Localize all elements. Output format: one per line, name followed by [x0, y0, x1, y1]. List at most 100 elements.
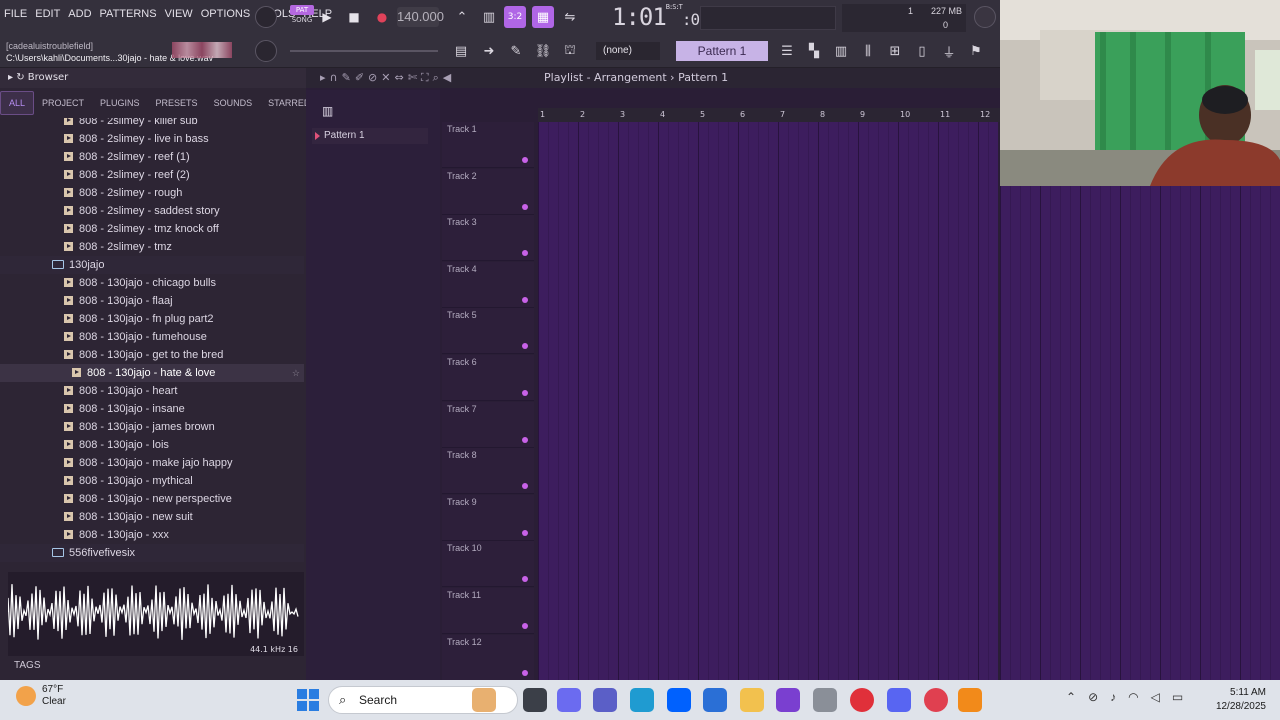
browser-file-item[interactable]: 808 - 130jajo - insane — [0, 400, 304, 418]
snap-selector[interactable]: (none) — [596, 42, 660, 60]
browser-file-item[interactable]: 808 - 130jajo - fumehouse — [0, 328, 304, 346]
delete-icon[interactable]: ⊘ — [368, 68, 377, 88]
track-header[interactable]: Track 10 — [442, 541, 534, 588]
plugin-database-button[interactable]: ⏚ — [938, 40, 960, 62]
select-icon[interactable]: ⛶ — [421, 68, 429, 88]
track-mute-led-icon[interactable] — [522, 250, 528, 257]
menu-patterns[interactable]: PATTERNS — [100, 8, 157, 20]
link-button[interactable]: ⛓ — [532, 40, 554, 62]
slice-icon[interactable]: ✄ — [408, 68, 417, 88]
arrow-tool-button[interactable]: ➜ — [478, 40, 500, 62]
help-button[interactable]: ⚑ — [965, 40, 987, 62]
browser-file-item[interactable]: 808 - 130jajo - flaaj — [0, 292, 304, 310]
tab-project[interactable]: PROJECT — [34, 92, 92, 114]
discord-icon[interactable] — [887, 688, 911, 712]
browser-file-item[interactable]: 808 - 2slimey - live in bass — [0, 130, 304, 148]
mixer-button[interactable]: ▥ — [830, 40, 852, 62]
browser-file-item[interactable]: 808 - 2slimey - tmz knock off — [0, 220, 304, 238]
metronome-button[interactable]: ⌃ — [451, 6, 473, 28]
track-mute-led-icon[interactable] — [522, 623, 528, 629]
track-mute-led-icon[interactable] — [522, 436, 528, 443]
stop-button[interactable]: ■ — [343, 7, 365, 27]
track-header[interactable]: Track 5 — [442, 308, 534, 355]
microphone-icon[interactable]: ♪ — [1110, 690, 1116, 704]
star-icon[interactable]: ☆ — [292, 364, 300, 382]
master-volume-slider[interactable] — [290, 50, 438, 52]
mute-icon[interactable]: ✕ — [381, 68, 390, 88]
track-mute-led-icon[interactable] — [522, 483, 528, 490]
track-mute-led-icon[interactable] — [522, 296, 528, 303]
tempo-display[interactable]: 140.000 — [397, 7, 444, 27]
menu-options[interactable]: OPTIONS — [201, 8, 251, 20]
arrangement-grid[interactable] — [538, 122, 998, 680]
browser-folder[interactable]: 556fivefivesix — [0, 544, 304, 562]
record-button[interactable]: ● — [371, 7, 393, 27]
browser-file-item[interactable]: 808 - 2slimey - killer sub — [0, 118, 304, 130]
browser-folder[interactable]: 130jajo — [0, 256, 304, 274]
wait-for-input-button[interactable]: ▥ — [478, 6, 500, 28]
browser-file-item[interactable]: 808 - 2slimey - tmz — [0, 238, 304, 256]
arrow-icon[interactable]: ▸ — [320, 68, 326, 88]
tab-all[interactable]: ALL — [0, 91, 35, 115]
browser-file-item[interactable]: 808 - 130jajo - chicago bulls — [0, 274, 304, 292]
track-mute-led-icon[interactable] — [522, 343, 528, 350]
network-off-icon[interactable]: ⊘ — [1088, 690, 1098, 704]
volume-icon[interactable]: ◁ — [1151, 690, 1160, 704]
menu-view[interactable]: VIEW — [165, 8, 193, 20]
camera-icon[interactable] — [813, 688, 837, 712]
arrangement-grid-extension[interactable] — [1000, 186, 1280, 680]
track-header[interactable]: Track 11 — [442, 588, 534, 634]
browser-file-item[interactable]: 808 - 2slimey - reef (1) — [0, 148, 304, 166]
pattern-list-item[interactable]: Pattern 1 — [312, 128, 428, 144]
power-icon[interactable] — [974, 6, 996, 28]
track-header[interactable]: Track 12 — [442, 634, 534, 681]
track-mute-led-icon[interactable] — [522, 669, 528, 676]
channel-rack-button[interactable]: ⫼ — [857, 40, 879, 62]
loop-record-button[interactable]: ⇋ — [559, 6, 581, 28]
browser-file-item[interactable]: 808 - 130jajo - get to the bred — [0, 346, 304, 364]
browser-file-item[interactable]: 808 - 130jajo - james brown — [0, 418, 304, 436]
browser-file-item[interactable]: 808 - 130jajo - new perspective — [0, 490, 304, 508]
browser-file-item[interactable]: 808 - 130jajo - xxx — [0, 526, 304, 544]
track-header[interactable]: Track 4 — [442, 261, 534, 308]
edge-icon[interactable] — [630, 688, 654, 712]
tags-label[interactable]: TAGS — [14, 660, 40, 671]
timeline-ruler[interactable]: 1 2 3 4 5 6 7 8 9 10 11 12 — [538, 108, 1000, 122]
track-mute-led-icon[interactable] — [522, 203, 528, 210]
sample-waveform-preview[interactable]: 44.1 kHz 16 — [8, 572, 304, 656]
track-header[interactable]: Track 7 — [442, 401, 534, 448]
pat-song-toggle[interactable]: PAT SONG — [290, 5, 314, 27]
master-pitch-knob[interactable] — [255, 40, 277, 62]
weather-widget[interactable]: 67°F Clear — [16, 684, 66, 708]
browser-file-item[interactable]: 808 - 130jajo - mythical — [0, 472, 304, 490]
chevron-up-icon[interactable]: ⌃ — [1066, 690, 1076, 704]
pencil-icon[interactable]: ✎ — [342, 68, 351, 88]
menu-file[interactable]: FILE — [4, 8, 27, 20]
speaker-icon[interactable]: ◀ — [443, 68, 451, 88]
clipchamp-icon[interactable] — [776, 688, 800, 712]
tab-presets[interactable]: PRESETS — [148, 92, 206, 114]
tab-sounds[interactable]: SOUNDS — [206, 92, 261, 114]
track-header[interactable]: Track 3 — [442, 215, 534, 262]
browser-file-item[interactable]: 808 - 130jajo - new suit — [0, 508, 304, 526]
file-explorer-icon[interactable] — [740, 688, 764, 712]
wifi-icon[interactable]: ◠ — [1128, 690, 1138, 704]
battery-icon[interactable]: ▭ — [1172, 690, 1183, 704]
track-mute-led-icon[interactable] — [522, 576, 528, 583]
track-mute-led-icon[interactable] — [522, 390, 528, 396]
dropbox-icon[interactable] — [667, 688, 691, 712]
browser-file-item[interactable]: 808 - 130jajo - make jajo happy — [0, 454, 304, 472]
countdown-button[interactable]: 3:2 — [504, 6, 526, 28]
paint-icon[interactable]: ✐ — [355, 68, 364, 88]
copilot-icon[interactable] — [557, 688, 581, 712]
browser-file-item[interactable]: 808 - 2slimey - reef (2) — [0, 166, 304, 184]
play-button[interactable]: ▶ — [316, 7, 338, 27]
fl-studio-icon[interactable] — [958, 688, 982, 712]
slip-icon[interactable]: ⇔ — [394, 68, 403, 88]
task-view-icon[interactable] — [523, 688, 547, 712]
track-header[interactable]: Track 8 — [442, 448, 534, 495]
magnet-icon[interactable]: ∩ — [330, 68, 338, 88]
pattern-selector[interactable]: Pattern 1 — [676, 41, 768, 61]
teams-icon[interactable] — [593, 688, 617, 712]
browser-file-item[interactable]: 808 - 2slimey - saddest story — [0, 202, 304, 220]
